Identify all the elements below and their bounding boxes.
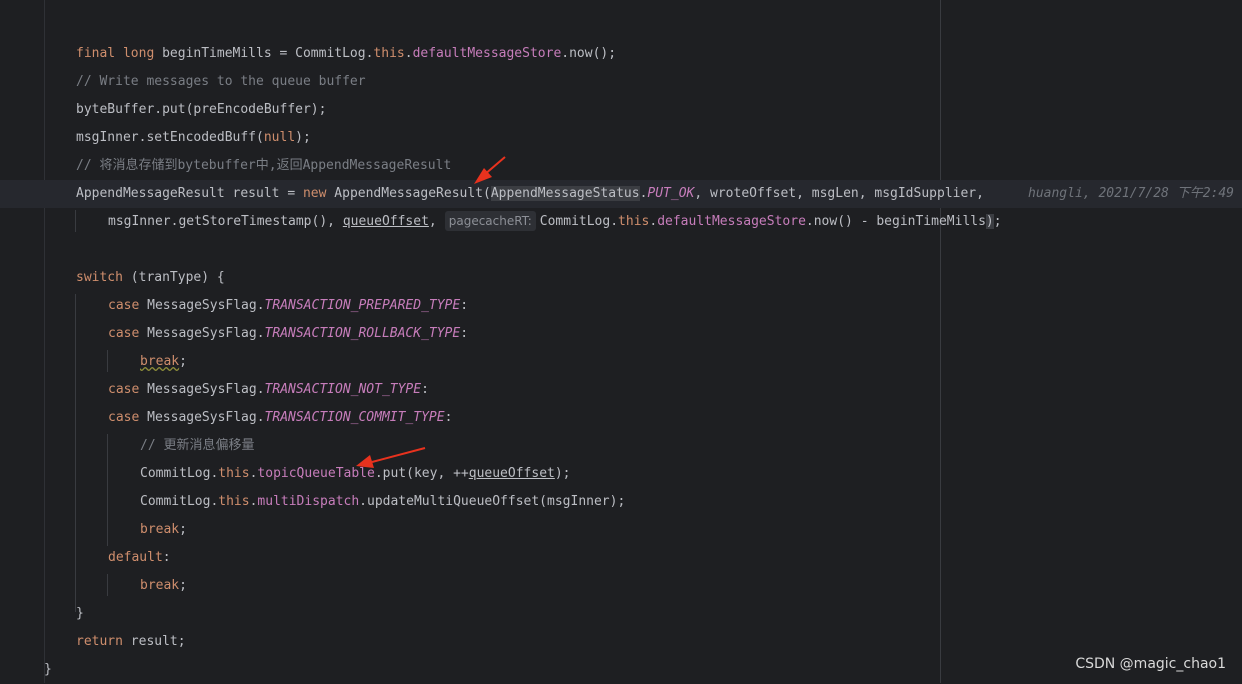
annotation-arrows	[356, 156, 506, 468]
code-editor[interactable]: final long beginTimeMills = CommitLog.th…	[0, 0, 1242, 683]
watermark-text: CSDN @magic_chao1	[1075, 656, 1226, 672]
red-arrow-icon	[474, 156, 506, 184]
red-arrow-icon	[356, 447, 426, 468]
